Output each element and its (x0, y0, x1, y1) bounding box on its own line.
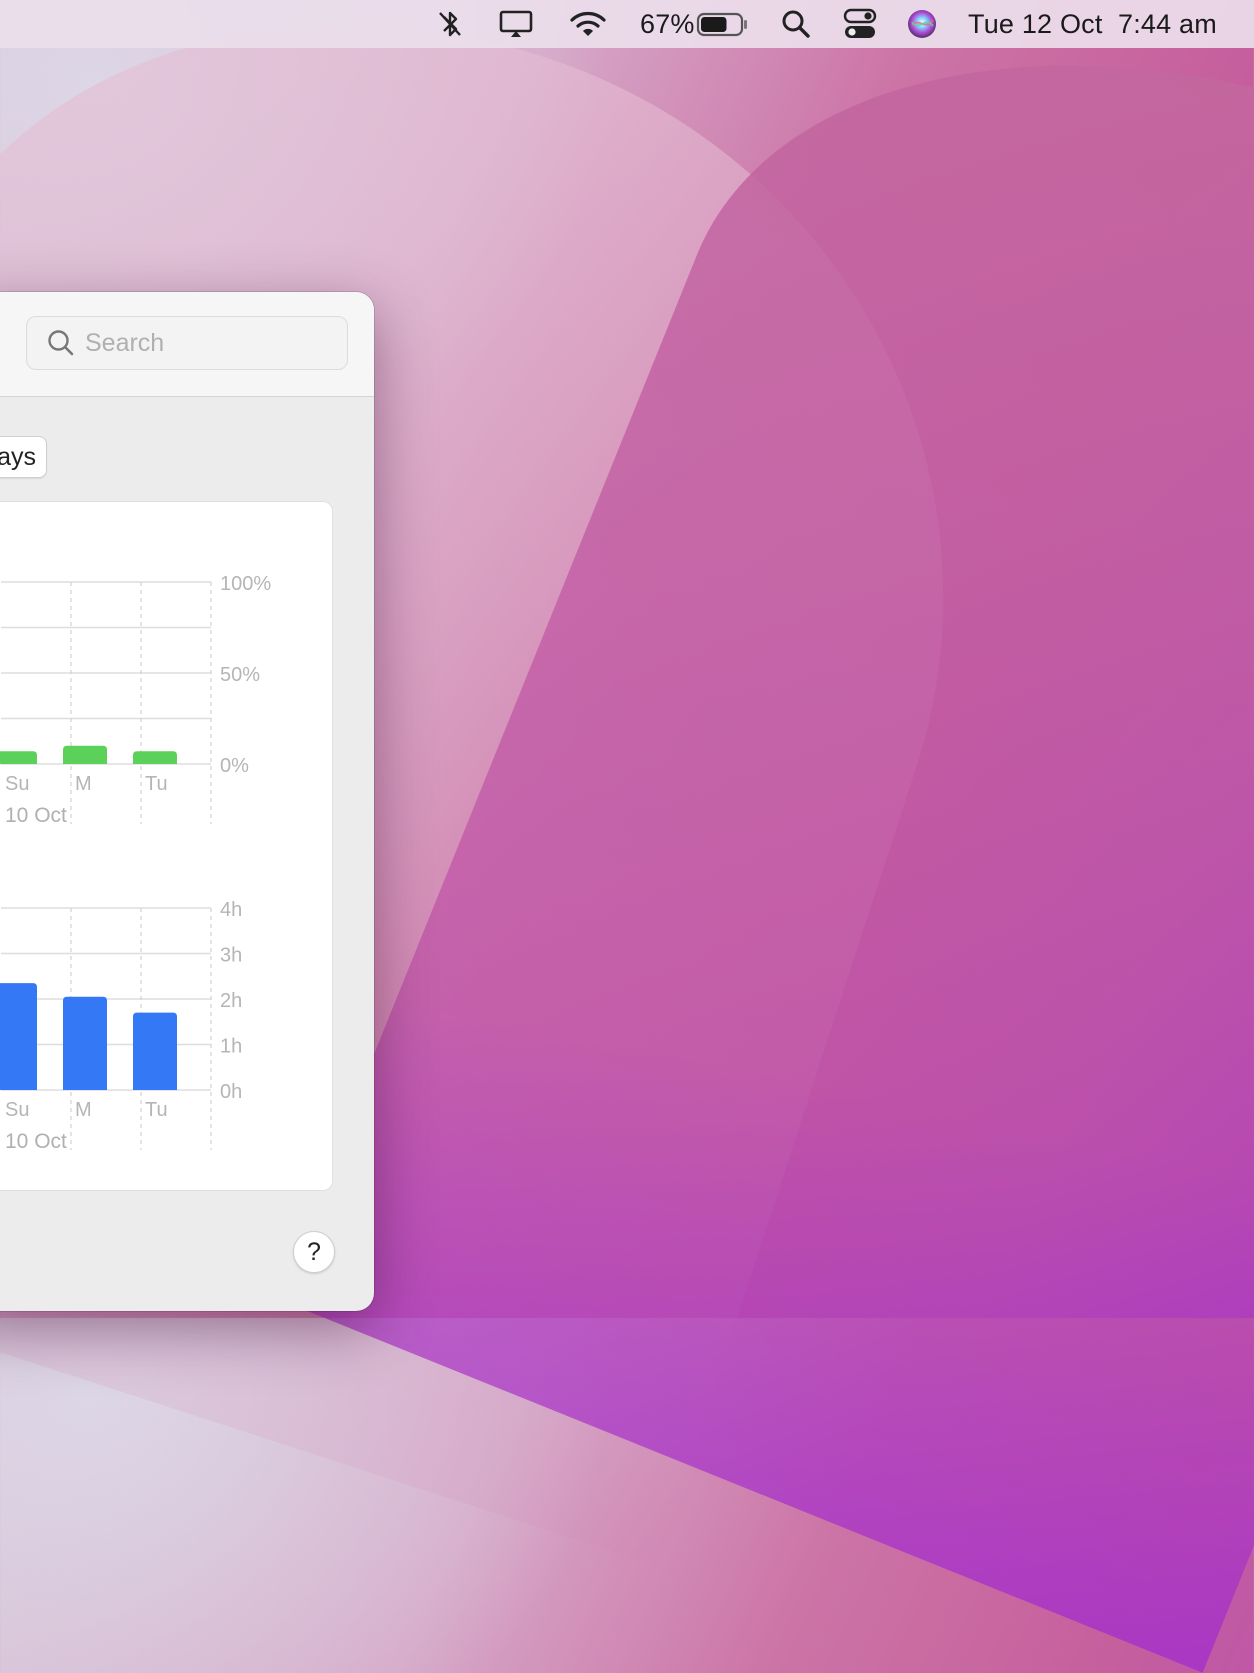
y-tick-label: 3h (220, 945, 242, 967)
y-tick-label: 0h (220, 1081, 242, 1103)
wifi-icon[interactable] (569, 0, 607, 48)
search-icon (47, 329, 75, 357)
x-tick-label: Tu (145, 1099, 168, 1121)
screen-on-usage-chart: 4h 3h 2h 1h 0h Su M Tu 10 Oct (0, 899, 242, 1153)
y-tick-label: 1h (220, 1036, 242, 1058)
bar-Tu[interactable] (133, 1012, 177, 1090)
battery-percentage: 67% (640, 8, 695, 39)
bar-Su[interactable] (0, 751, 37, 764)
help-button[interactable]: ? (293, 1231, 335, 1273)
menu-bar: 67% Tue 12 Oct 7:44 am (0, 0, 1254, 48)
y-tick-label: 100% (220, 573, 271, 595)
help-label: ? (307, 1237, 321, 1266)
search-input[interactable]: Search (85, 329, 164, 358)
date-label: 10 Oct (5, 1130, 67, 1153)
bar-Tu[interactable] (133, 751, 177, 764)
battery-preferences-window: Search ays 100% 50% 0% Su M Tu 10 Oct 4h 3h 2h 1h… (0, 292, 374, 1311)
battery-level-chart: 100% 50% 0% Su M Tu 10 Oct (0, 573, 271, 827)
date-label: 10 Oct (5, 804, 67, 827)
usage-history-card: 100% 50% 0% Su M Tu 10 Oct 4h 3h 2h 1h 0h Su M Tu 10 O… (0, 501, 333, 1191)
range-button-label: ays (0, 442, 36, 471)
y-tick-label: 50% (220, 664, 260, 686)
control-center-icon[interactable] (843, 0, 877, 48)
display-icon[interactable] (499, 0, 533, 48)
bar-M[interactable] (63, 996, 107, 1090)
x-tick-label: M (75, 1099, 92, 1121)
usage-charts: 100% 50% 0% Su M Tu 10 Oct 4h 3h 2h 1h 0h Su M Tu 10 O… (0, 573, 271, 1153)
bar-Su[interactable] (0, 983, 37, 1090)
bar-M[interactable] (63, 745, 107, 764)
battery-icon[interactable] (696, 0, 750, 48)
window-toolbar: Search (0, 292, 374, 397)
siri-icon[interactable] (906, 0, 938, 48)
search-field[interactable]: Search (26, 316, 348, 370)
x-tick-label: Su (5, 1099, 29, 1121)
x-tick-label: Su (5, 773, 29, 795)
y-tick-label: 4h (220, 899, 242, 921)
y-tick-label: 2h (220, 990, 242, 1012)
x-tick-label: M (75, 773, 92, 795)
x-tick-label: Tu (145, 773, 168, 795)
menubar-time[interactable]: 7:44 am (1118, 9, 1217, 40)
spotlight-search-icon[interactable] (780, 0, 812, 48)
bluetooth-off-icon[interactable] (436, 0, 464, 48)
y-tick-label: 0% (220, 755, 249, 777)
menubar-date[interactable]: Tue 12 Oct (968, 9, 1103, 40)
range-button[interactable]: ays (0, 436, 47, 478)
